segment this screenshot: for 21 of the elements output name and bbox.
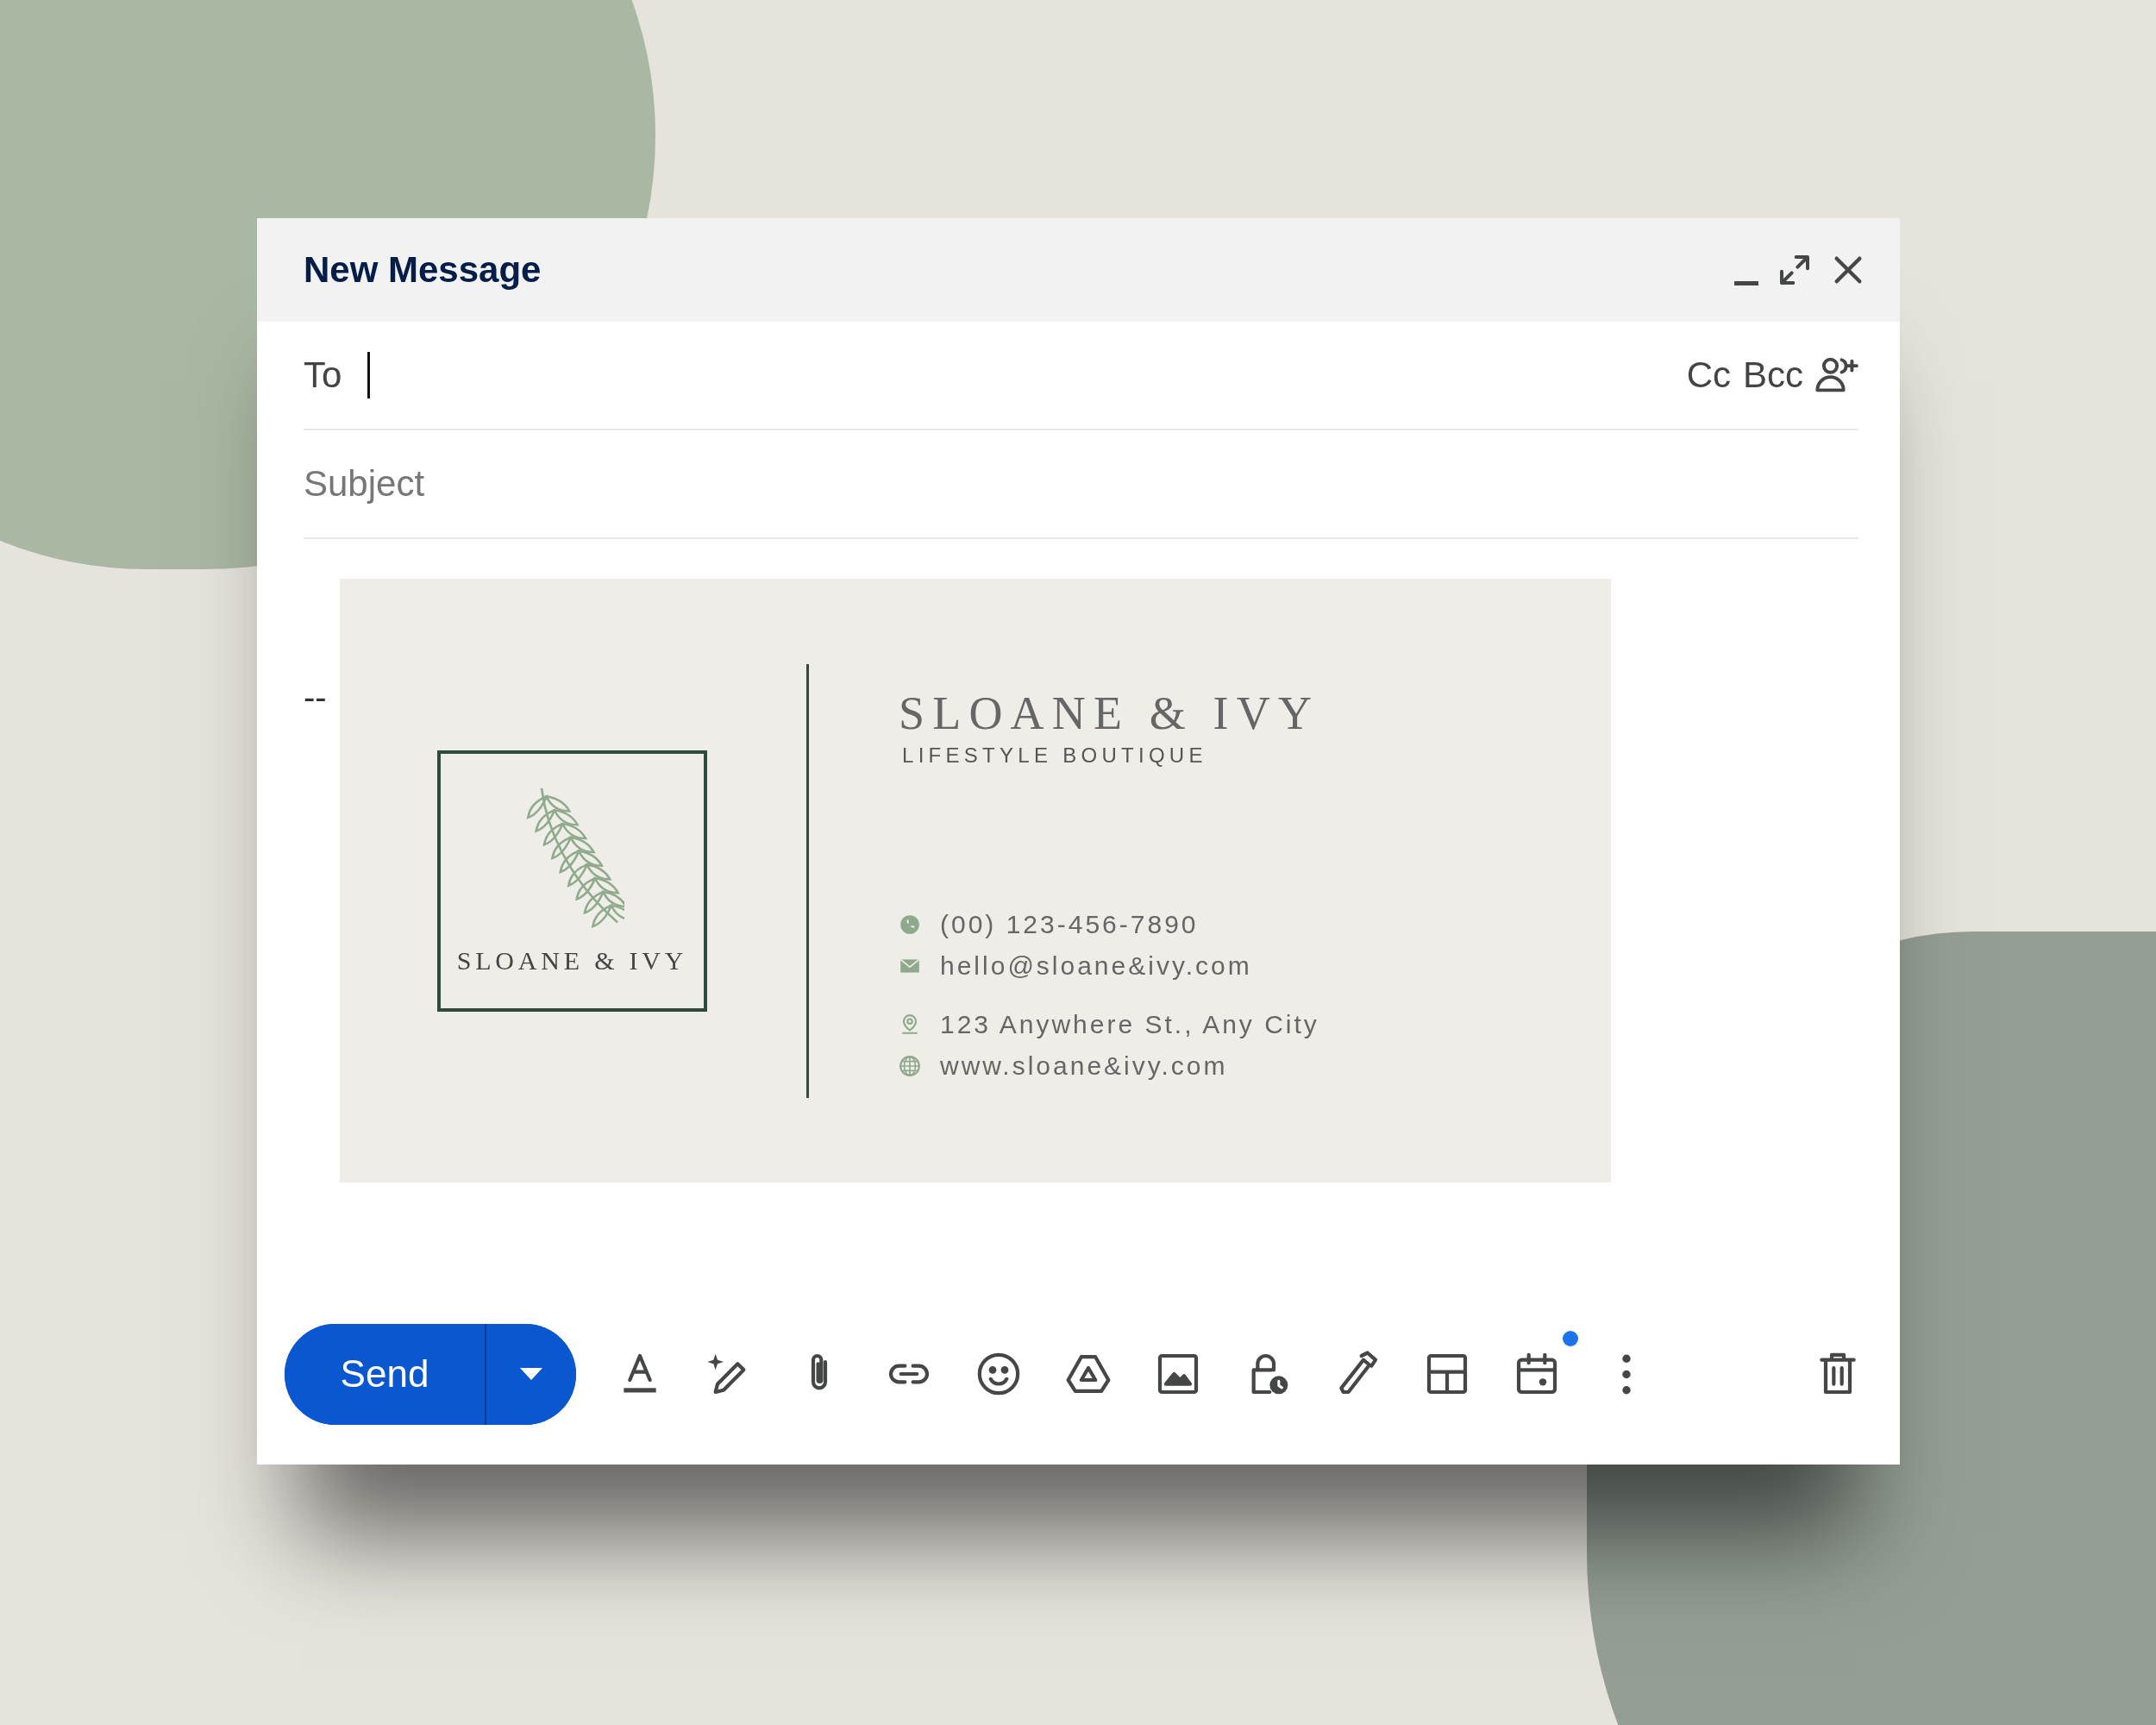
- phone-icon: [899, 913, 921, 936]
- more-vertical-icon: [1620, 1353, 1633, 1395]
- brand-tagline: LIFESTYLE BOUTIQUE: [902, 743, 1208, 768]
- contact-text: (00) 123-456-7890: [940, 909, 1199, 939]
- send-options-button[interactable]: [485, 1323, 576, 1425]
- contact-text: www.sloane&ivy.com: [940, 1051, 1228, 1081]
- window-title: New Message: [304, 249, 542, 291]
- to-label: To: [304, 354, 342, 396]
- subject-field[interactable]: Subject: [304, 463, 1858, 505]
- text-cursor: [367, 352, 371, 398]
- globe-icon: [899, 1054, 921, 1077]
- brand-name: SLOANE & IVY: [899, 686, 1320, 740]
- expand-icon: [1777, 253, 1812, 287]
- logo-text: SLOANE & IVY: [456, 945, 688, 975]
- recipient-link[interactable]: Bcc: [1743, 354, 1803, 396]
- signature-separator: --: [304, 678, 328, 717]
- caret-icon: [520, 1368, 542, 1380]
- contact-text: hello@sloane&ivy.com: [940, 950, 1252, 981]
- minimize-icon: [1734, 280, 1758, 285]
- contact-text: 123 Anywhere St., Any City: [940, 1009, 1319, 1039]
- recipient-link[interactable]: Cc: [1686, 354, 1731, 396]
